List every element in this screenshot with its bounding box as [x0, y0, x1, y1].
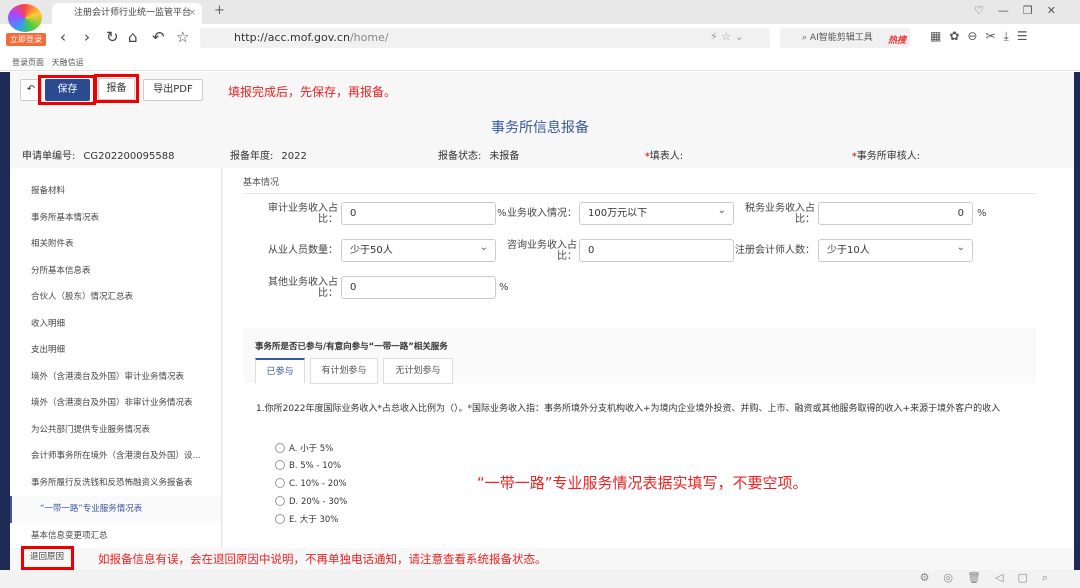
- section-title: 基本情况: [243, 178, 280, 188]
- annotation-box: [21, 546, 74, 570]
- radio-icon: [275, 443, 285, 453]
- info-application-no: 申请单编号: CG202200095588: [22, 151, 175, 162]
- radio-icon: [275, 460, 285, 470]
- hot-search[interactable]: 热搜: [888, 33, 906, 46]
- undo-icon[interactable]: ↶: [152, 28, 165, 46]
- other-label: 其他业务收入占比：: [268, 277, 338, 299]
- belt-heading: 事务所是否已参与/有意向参与“一带一路”相关服务: [255, 342, 448, 352]
- star-icon[interactable]: ☆: [176, 28, 189, 46]
- address-bar[interactable]: http://acc.mof.gov.cn/home/: [200, 28, 770, 48]
- radio-option[interactable]: A. 小于 5%: [275, 442, 333, 454]
- tab-planned[interactable]: 有计划参与: [310, 358, 378, 384]
- file-report-button[interactable]: 报备: [98, 78, 135, 100]
- back-icon[interactable]: ‹: [60, 28, 66, 46]
- tab-not-planned[interactable]: 无计划参与: [383, 358, 453, 384]
- staff-select[interactable]: 少于50人: [341, 237, 496, 262]
- pct-label: %: [499, 282, 509, 293]
- page-title: 事务所信息报备: [491, 120, 589, 136]
- sidebar-item[interactable]: 收入明细: [10, 311, 221, 338]
- annotation-note: “一带一路”专业服务情况表据实填写，不要空项。: [477, 474, 808, 492]
- tax-input[interactable]: 0: [818, 202, 973, 225]
- cpa-label: 注册会计师人数：: [735, 245, 815, 256]
- radio-option[interactable]: D. 20% - 30%: [275, 496, 347, 507]
- sidebar: 报备材料 事务所基本情况表 相关附件表 分所基本信息表 合伙人（股东）情况汇总表…: [10, 168, 222, 548]
- new-tab-icon[interactable]: +: [214, 3, 225, 18]
- sidebar-item[interactable]: 事务所履行反洗钱和反恐怖融资义务报备表: [10, 470, 221, 497]
- annotation-note: 填报完成后，先保存，再报备。: [228, 85, 397, 99]
- login-badge[interactable]: 立即登录: [6, 33, 46, 46]
- info-reviewer: *事务所审核人:: [852, 151, 921, 162]
- sidebar-item[interactable]: 合伙人（股东）情况汇总表: [10, 284, 221, 311]
- radio-option[interactable]: C. 10% - 20%: [275, 478, 347, 489]
- radio-option[interactable]: B. 5% - 10%: [275, 460, 341, 471]
- radio-icon: [275, 514, 285, 524]
- sidebar-item[interactable]: 分所基本信息表: [10, 258, 221, 285]
- biz-label: 业务收入情况：: [507, 208, 577, 219]
- radio-option[interactable]: E. 大于 30%: [275, 513, 338, 525]
- browser-tab[interactable]: 注册会计师行业统一监管平台 ×: [52, 3, 202, 24]
- annotation-note: 如报备信息有误，会在退回原因中说明，不再单独电话通知，请注意查看系统报备状态。: [98, 552, 547, 566]
- sidebar-item[interactable]: 支出明细: [10, 337, 221, 364]
- audit-input[interactable]: 0: [341, 202, 496, 225]
- tab-title: 注册会计师行业统一监管平台: [74, 8, 192, 18]
- export-pdf-button[interactable]: 导出PDF: [143, 79, 203, 101]
- bookmark[interactable]: 登录页面: [12, 58, 44, 67]
- reload-icon[interactable]: ↻: [106, 28, 119, 46]
- info-filler: *填表人:: [645, 151, 684, 162]
- consult-label: 咨询业务收入占比：: [507, 240, 577, 262]
- save-button[interactable]: 保存: [45, 79, 90, 101]
- search-icon: ⌕: [802, 33, 810, 43]
- consult-input[interactable]: 0: [579, 239, 734, 262]
- radio-icon: [275, 496, 285, 506]
- other-input[interactable]: 0: [341, 276, 496, 299]
- bookmarks-bar: 登录页面 天融信运: [0, 54, 1080, 71]
- extension-icons[interactable]: ▦✿⊖✂⤓☰: [930, 29, 1036, 44]
- cpa-select[interactable]: 少于10人: [818, 237, 973, 262]
- status-bar: [0, 570, 1080, 588]
- bookmark[interactable]: 天融信运: [52, 58, 84, 67]
- scrollbar[interactable]: [1074, 72, 1080, 570]
- home-icon[interactable]: ⌂: [128, 28, 138, 46]
- info-year: 报备年度: 2022: [230, 151, 307, 162]
- sidebar-item[interactable]: 报备材料: [10, 178, 221, 205]
- sidebar-item[interactable]: 相关附件表: [10, 231, 221, 258]
- radio-icon: [275, 478, 285, 488]
- biz-select[interactable]: 100万元以下: [579, 200, 734, 225]
- sidebar-item-active[interactable]: “一带一路”专业服务情况表: [10, 496, 221, 523]
- tax-label: 税务业务收入占比：: [745, 203, 815, 225]
- address-actions-icon[interactable]: ⚡ ☆ ⌄: [710, 30, 744, 43]
- info-status: 报备状态: 未报备: [438, 151, 520, 162]
- divider: [243, 193, 1036, 194]
- sidebar-item[interactable]: 境外（含港澳台及外国）非审计业务情况表: [10, 390, 221, 417]
- sidebar-item[interactable]: 境外（含港澳台及外国）审计业务情况表: [10, 364, 221, 391]
- forward-icon[interactable]: ›: [84, 28, 90, 46]
- staff-label: 从业人员数量：: [268, 245, 338, 256]
- pct-label: %: [977, 208, 987, 219]
- audit-label: 审计业务收入占比：: [268, 203, 338, 225]
- window-controls[interactable]: ♡—❐✕: [974, 4, 1070, 17]
- sidebar-item[interactable]: 为公共部门提供专业服务情况表: [10, 417, 221, 444]
- browser-logo-icon: [8, 4, 42, 32]
- tab-participated[interactable]: 已参与: [255, 358, 305, 384]
- close-tab-icon[interactable]: ×: [188, 3, 196, 24]
- question-text: 1.你所2022年度国际业务收入*占总收入比例为（）。*国际业务收入指：事务所境…: [256, 404, 1001, 414]
- sidebar-item[interactable]: 事务所基本情况表: [10, 205, 221, 232]
- sidebar-item[interactable]: 会计师事务所在境外（含港澳台及外国）设...: [10, 443, 221, 470]
- status-bar-icons[interactable]: ⚙◎🗑◁▢⌕: [920, 571, 1062, 585]
